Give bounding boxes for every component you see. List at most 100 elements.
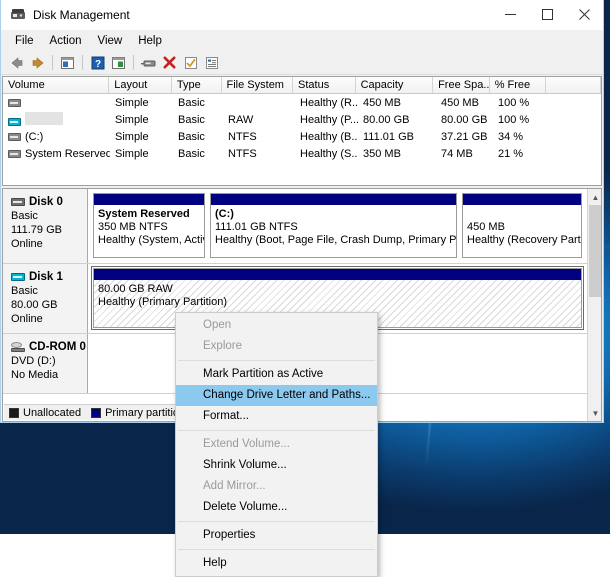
title-bar[interactable]: Disk Management: [1, 0, 603, 30]
partition-label: [467, 208, 577, 221]
cell-volume: System Reserved: [3, 148, 110, 160]
partition-c-drive[interactable]: (C:) 111.01 GB NTFS Healthy (Boot, Page …: [210, 193, 457, 258]
menu-item-mark-partition-as-active[interactable]: Mark Partition as Active: [176, 364, 377, 385]
menu-item-add-mirror: Add Mirror...: [203, 480, 266, 492]
show-hide-console-tree-icon[interactable]: [57, 52, 78, 73]
delete-icon[interactable]: [159, 52, 180, 73]
volume-list[interactable]: Volume Layout Type File System Status Ca…: [2, 76, 602, 186]
cell-type: Basic: [178, 113, 205, 126]
menu-action[interactable]: Action: [42, 33, 90, 49]
menu-item-delete-volume[interactable]: Delete Volume...: [176, 497, 377, 518]
cell-type: Basic: [178, 130, 205, 143]
disk-info-panel[interactable]: CD-ROM 0 DVD (D:) No Media: [3, 334, 88, 393]
menu-separator-1: [178, 360, 375, 361]
table-row[interactable]: System Reserved Simple Basic NTFS Health…: [3, 145, 601, 162]
cell-free-space: 450 MB: [441, 96, 479, 109]
disk-name: Disk 1: [29, 271, 63, 283]
menu-item-shrink-volume[interactable]: Shrink Volume...: [176, 455, 377, 476]
partition-system-reserved[interactable]: System Reserved 350 MB NTFS Healthy (Sys…: [93, 193, 205, 258]
column-header-layout[interactable]: Layout: [109, 77, 172, 94]
window-title: Disk Management: [33, 7, 130, 22]
maximize-button[interactable]: [529, 0, 566, 30]
svg-text:?: ?: [94, 59, 100, 70]
disk-name: CD-ROM 0: [29, 341, 86, 353]
column-header-free-space[interactable]: Free Spa...: [433, 77, 490, 94]
back-icon[interactable]: [6, 52, 27, 73]
close-button[interactable]: [566, 0, 603, 30]
cell-layout: Simple: [115, 130, 149, 143]
menu-bar: File Action View Help: [1, 30, 603, 51]
menu-separator-3: [178, 521, 375, 522]
table-row[interactable]: Simple Basic Healthy (R... 450 MB 450 MB…: [3, 94, 601, 111]
cell-volume: [3, 111, 110, 128]
disk-row-disk0[interactable]: Disk 0 Basic 111.79 GB Online System Res…: [3, 189, 587, 264]
partition-recovery[interactable]: 450 MB Healthy (Recovery Partition): [462, 193, 582, 258]
legend-item-unallocated: Unallocated: [9, 407, 81, 419]
partition-label: (C:): [215, 208, 234, 220]
menu-item-format[interactable]: Format...: [176, 406, 377, 427]
column-header-type[interactable]: Type: [171, 77, 222, 94]
cell-type: Basic: [178, 96, 205, 109]
menu-help[interactable]: Help: [130, 33, 170, 49]
disk-info-panel[interactable]: Disk 1 Basic 80.00 GB Online: [3, 264, 88, 333]
partition-size-fs: 450 MB: [467, 221, 505, 233]
partition-label: System Reserved: [98, 208, 190, 220]
column-header-status[interactable]: Status: [293, 77, 356, 94]
column-header-percent-free[interactable]: % Free: [489, 77, 547, 94]
disk-type: Basic: [11, 285, 38, 297]
cell-status: Healthy (P...: [300, 113, 358, 126]
column-header-blank[interactable]: [546, 77, 601, 94]
cell-free-space: 37.21 GB: [441, 130, 488, 143]
properties-icon[interactable]: [180, 52, 201, 73]
disk-icon: [11, 198, 25, 207]
toolbar-separator-2: [82, 55, 83, 70]
forward-icon[interactable]: [27, 52, 48, 73]
cell-capacity: 450 MB: [363, 96, 401, 109]
volume-label: (C:): [25, 130, 44, 143]
menu-item-help[interactable]: Help: [176, 553, 377, 574]
table-row[interactable]: (C:) Simple Basic NTFS Healthy (B... 111…: [3, 128, 601, 145]
legend-swatch-primary-partition: [91, 407, 102, 418]
disk-management-icon: [10, 7, 26, 23]
graphical-view-scrollbar[interactable]: ▲ ▼: [587, 189, 601, 421]
menu-view[interactable]: View: [90, 33, 131, 49]
partition-color-bar: [463, 194, 581, 205]
menu-file[interactable]: File: [7, 33, 42, 49]
menu-item-explore: Explore: [203, 340, 242, 352]
help-icon[interactable]: ?: [87, 52, 108, 73]
cell-free-space: 74 MB: [441, 147, 473, 160]
scrollbar-thumb[interactable]: [588, 205, 601, 297]
disk-size: 111.79 GB: [11, 224, 62, 236]
disk-icon-selected: [11, 273, 25, 282]
partition-size-fs: 350 MB NTFS: [98, 221, 168, 233]
rescan-disks-icon[interactable]: [138, 52, 159, 73]
cell-percent-free: 34 %: [498, 130, 524, 143]
disk-state: No Media: [11, 369, 59, 381]
column-header-volume[interactable]: Volume: [3, 77, 110, 94]
partition-status: Healthy (Primary Partition): [98, 296, 227, 308]
cdrom-icon: [11, 342, 25, 353]
menu-item-change-drive-letter-and-paths[interactable]: Change Drive Letter and Paths...: [176, 385, 377, 406]
disk-type: Basic: [11, 210, 38, 222]
legend-swatch-unallocated: [9, 407, 19, 418]
scrollbar-track[interactable]: [587, 205, 601, 405]
show-hide-action-pane-icon[interactable]: [108, 52, 129, 73]
list-icon[interactable]: [201, 52, 222, 73]
scroll-down-arrow[interactable]: ▼: [587, 405, 601, 421]
column-header-capacity[interactable]: Capacity: [355, 77, 434, 94]
column-header-file-system[interactable]: File System: [221, 77, 294, 94]
menu-item-extend-volume: Extend Volume...: [203, 438, 290, 450]
cell-layout: Simple: [115, 113, 149, 126]
legend-label: Unallocated: [23, 406, 82, 419]
partition-details: 450 MB Healthy (Recovery Partition): [463, 205, 581, 257]
minimize-button[interactable]: [492, 0, 529, 30]
table-row[interactable]: Simple Basic RAW Healthy (P... 80.00 GB …: [3, 111, 601, 128]
partition-status: Healthy (Boot, Page File, Crash Dump, Pr…: [215, 234, 456, 246]
scroll-up-arrow[interactable]: ▲: [587, 189, 601, 205]
window-controls: [492, 0, 603, 30]
menu-item-open: Open: [203, 319, 232, 331]
menu-item-properties[interactable]: Properties: [176, 525, 377, 546]
disk-info-panel[interactable]: Disk 0 Basic 111.79 GB Online: [3, 189, 88, 263]
cell-free-space: 80.00 GB: [441, 113, 488, 126]
disk-title-line: CD-ROM 0: [11, 340, 87, 354]
